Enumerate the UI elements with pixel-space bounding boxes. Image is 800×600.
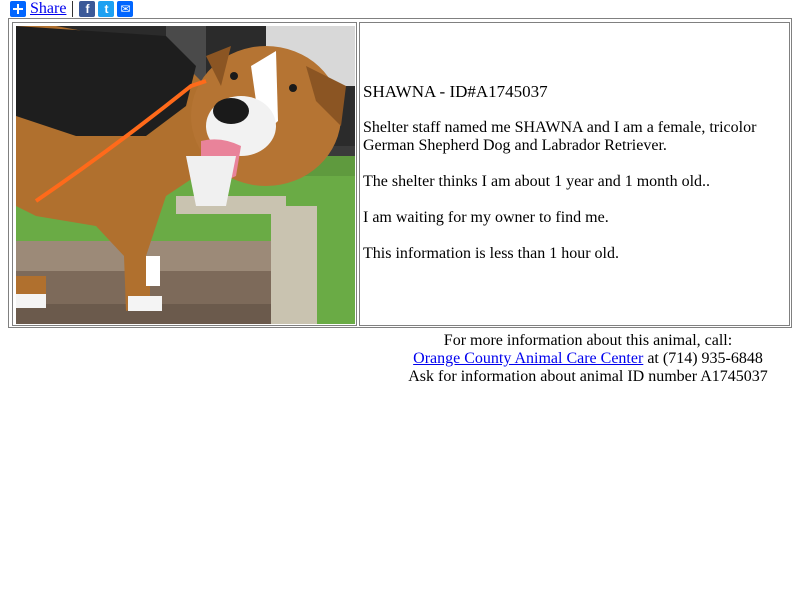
contact-line: Orange County Animal Care Center at (714… [388,350,788,368]
facebook-icon[interactable]: f [79,1,96,17]
info-cell: SHAWNA - ID#A1745037 Shelter staff named… [359,22,790,326]
pet-info: SHAWNA - ID#A1745037 Shelter staff named… [363,83,783,281]
share-link[interactable]: Share [30,0,66,18]
contact-intro: For more information about this animal, … [443,332,733,349]
twitter-icon[interactable]: t [98,1,115,17]
phone-number: at (714) 935-6848 [643,350,763,367]
pet-description: Shelter staff named me SHAWNA and I am a… [363,119,757,154]
shelter-link[interactable]: Orange County Animal Care Center [413,350,643,367]
email-icon[interactable]: ✉ [117,1,134,17]
animal-id-note: Ask for information about animal ID numb… [408,368,768,385]
divider [72,1,74,17]
contact-footer: For more information about this animal, … [388,332,788,386]
pet-age: The shelter thinks I am about 1 year and… [363,173,711,190]
photo-cell [12,22,357,326]
pet-photo [16,26,355,324]
pet-status: I am waiting for my owner to find me. [363,209,609,226]
plus-icon[interactable] [10,1,26,17]
pet-title: SHAWNA - ID#A1745037 [363,82,548,101]
pet-listing-table: SHAWNA - ID#A1745037 Shelter staff named… [8,18,792,328]
dog-photo-illustration [16,26,355,324]
share-toolbar: Share f t ✉ [10,0,136,18]
info-freshness: This information is less than 1 hour old… [363,245,619,262]
